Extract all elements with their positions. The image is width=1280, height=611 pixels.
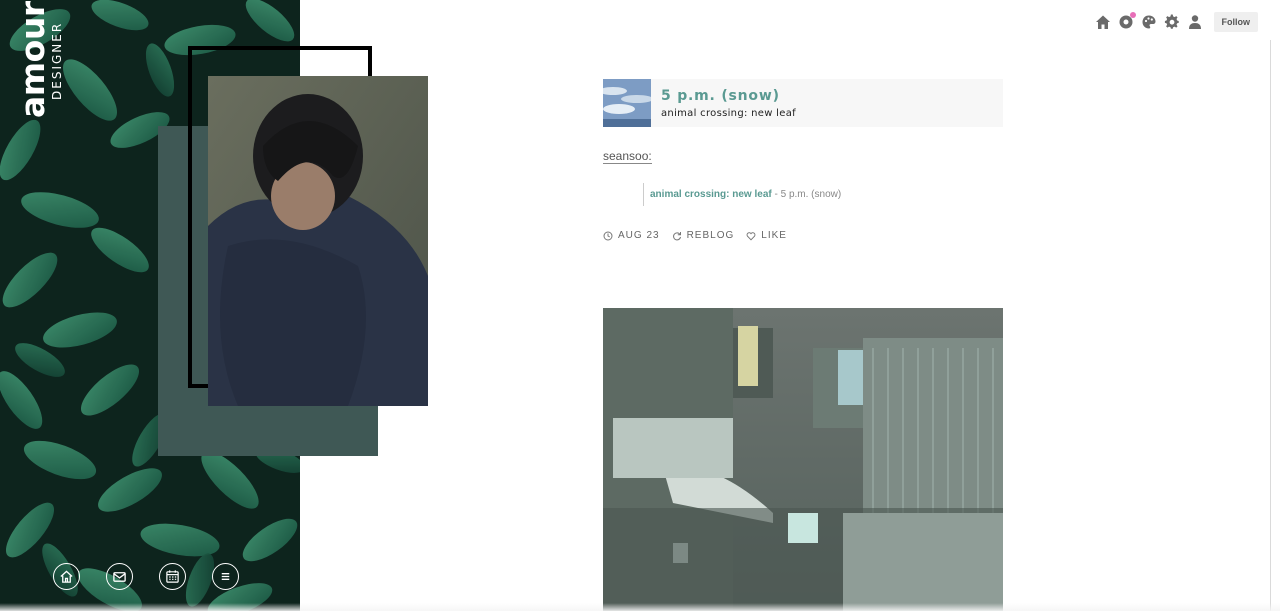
customize-button[interactable] (1141, 14, 1157, 30)
menu-button[interactable] (212, 563, 239, 590)
calendar-button[interactable] (159, 563, 186, 590)
photo-post-image[interactable] (603, 308, 1003, 611)
album-art[interactable] (603, 79, 651, 127)
brand: amour DESIGNER (13, 0, 78, 118)
brand-subtitle: DESIGNER (50, 21, 64, 100)
menu-icon (221, 573, 230, 580)
brand-title: amour (13, 1, 52, 118)
track-artist: animal crossing: new leaf (661, 108, 796, 119)
clock-icon (603, 231, 613, 240)
account-icon (1188, 15, 1201, 29)
like-button[interactable]: LIKE (746, 230, 787, 241)
reblog-quote: animal crossing: new leaf - 5 p.m. (snow… (643, 183, 1003, 206)
post-date-link[interactable]: AUG 23 (603, 230, 660, 241)
home-icon (1095, 15, 1110, 29)
quote-source-link[interactable]: animal crossing: new leaf (650, 189, 772, 200)
scrollbar-track[interactable] (1270, 40, 1271, 611)
reblog-label: REBLOG (686, 230, 735, 241)
home-icon (60, 570, 73, 583)
post-date: AUG 23 (618, 230, 660, 241)
follow-button[interactable]: Follow (1213, 12, 1258, 32)
dashboard-button[interactable] (1095, 14, 1111, 30)
mail-icon (113, 572, 126, 582)
post-meta: AUG 23 REBLOG LIKE (603, 230, 1003, 241)
reblog-icon (672, 231, 681, 240)
track-title: 5 p.m. (snow) (661, 88, 780, 104)
mail-button[interactable] (106, 563, 133, 590)
account-button[interactable] (1187, 14, 1203, 30)
home-button[interactable] (53, 563, 80, 590)
like-label: LIKE (761, 230, 787, 241)
reblog-button[interactable]: REBLOG (672, 230, 735, 241)
portrait-image (208, 76, 428, 406)
bottom-fade (0, 603, 1280, 611)
palette-icon (1142, 15, 1155, 29)
calendar-icon (166, 570, 179, 583)
audio-player[interactable]: 5 p.m. (snow) animal crossing: new leaf (603, 79, 1003, 127)
notification-dot (1129, 12, 1136, 18)
heart-icon (746, 231, 756, 241)
reblogger-link[interactable]: seansoo: (603, 149, 652, 164)
sidebar-nav (53, 563, 265, 590)
audio-post: 5 p.m. (snow) animal crossing: new leaf … (603, 79, 1003, 241)
activity-button[interactable] (1118, 12, 1136, 30)
quote-text: - 5 p.m. (snow) (771, 189, 842, 200)
top-controls: Follow (1095, 12, 1258, 32)
gear-icon (1164, 14, 1179, 29)
settings-button[interactable] (1164, 14, 1180, 30)
